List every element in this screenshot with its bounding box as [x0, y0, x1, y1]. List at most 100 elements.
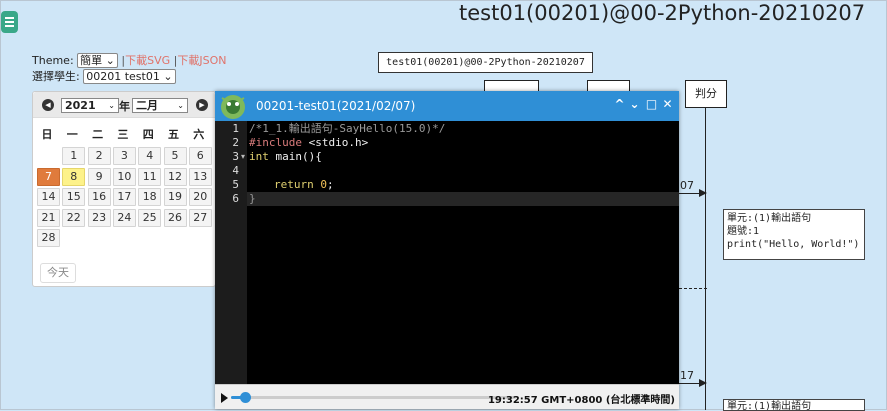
diagram-actor-judge: 判分	[685, 80, 727, 108]
calendar-day[interactable]: 2	[87, 147, 111, 165]
chevron-down-icon: ⌄	[108, 101, 115, 110]
calendar-day[interactable]: 16	[87, 188, 111, 206]
line-number: 2	[232, 136, 239, 149]
line-number: 6	[232, 192, 239, 205]
calendar-day[interactable]: 20	[188, 188, 212, 206]
calendar-day[interactable]: 19	[163, 188, 187, 206]
code-token: <stdio.h>	[301, 136, 369, 149]
diagram-message-arrow	[679, 383, 699, 384]
calendar-day[interactable]: 9	[87, 167, 111, 186]
calendar-day[interactable]: 12	[163, 167, 187, 186]
month-select[interactable]: 二月 ⌄	[132, 98, 188, 113]
calendar-day[interactable]: 1	[62, 147, 86, 165]
playback-slider[interactable]	[231, 392, 516, 403]
student-select-value: 00201 test01	[86, 70, 160, 83]
today-button[interactable]: 今天	[40, 263, 76, 283]
weekday-header: 二	[92, 128, 104, 141]
chevron-down-icon[interactable]: ⌄	[628, 97, 641, 111]
calendar-day[interactable]: 10	[112, 167, 136, 186]
code-line: #include <stdio.h>	[249, 136, 368, 150]
weekday-header: 四	[142, 128, 154, 141]
line-number-gutter: 1 2 3 ▾ 4 5 6	[215, 121, 247, 384]
theme-row: Theme: 簡單 ⌄ |下載SVG |下載JSON	[32, 52, 226, 68]
calendar-day[interactable]: 18	[138, 188, 162, 206]
download-json-link[interactable]: 下載JSON	[177, 54, 226, 67]
playback-time: 19:32:57 GMT+0800 (台北標準時間)	[487, 395, 675, 406]
calendar-day[interactable]: 25	[138, 208, 162, 227]
diagram-title: test01(00201)@00-2Python-20210207	[378, 52, 593, 73]
calendar-day[interactable]: 23	[87, 208, 111, 227]
calendar-day[interactable]: 17	[112, 188, 136, 206]
calendar-header: ◀ 2021 ⌄ 年 二月 ⌄ ▶	[33, 92, 215, 118]
arrow-head-icon	[699, 379, 707, 387]
code-line: /*1_1.輸出語句-SayHello(15.0)*/	[249, 122, 446, 135]
diagram-message-arrow	[679, 193, 699, 194]
calendar-day[interactable]: 3	[112, 147, 136, 165]
download-svg-link[interactable]: 下載SVG	[125, 54, 170, 67]
year-suffix-label: 年	[119, 100, 130, 113]
line-number: 5	[232, 178, 239, 191]
diagram-message-number: 07	[680, 179, 694, 192]
line-number: 4	[232, 164, 239, 177]
weekday-header: 日	[41, 128, 53, 141]
calendar-day[interactable]: 22	[62, 208, 86, 227]
app-logo-icon	[221, 95, 245, 119]
calendar-day[interactable]: 4	[138, 147, 162, 165]
month-select-value: 二月	[136, 99, 158, 112]
playback-slider-thumb[interactable]	[240, 392, 252, 403]
code-playback-window: 00201-test01(2021/02/07) ^ ⌄ □ ✕ 1 2 3 ▾…	[215, 91, 679, 409]
fold-arrow-icon[interactable]: ▾	[241, 150, 245, 164]
calendar-day[interactable]: 5	[163, 147, 187, 165]
window-titlebar[interactable]: 00201-test01(2021/02/07) ^ ⌄ □ ✕	[215, 91, 679, 121]
code-line: return 0;	[274, 178, 334, 192]
playback-bar: 19:32:57 GMT+0800 (台北標準時間)	[215, 384, 679, 409]
weekday-header: 六	[193, 128, 205, 141]
line-number: 3	[232, 150, 239, 163]
calendar-day[interactable]: 24	[112, 208, 136, 227]
chevron-down-icon: ⌄	[163, 70, 173, 83]
current-line-highlight	[247, 192, 679, 206]
calendar-day[interactable]: 27	[188, 208, 212, 227]
student-select[interactable]: 00201 test01 ⌄	[83, 69, 176, 84]
arrow-head-icon	[699, 189, 707, 197]
maximize-icon[interactable]: □	[645, 97, 658, 111]
next-month-icon[interactable]: ▶	[196, 99, 208, 111]
code-token: 0	[320, 178, 327, 191]
weekday-header: 三	[117, 128, 129, 141]
diagram-message-number: 17	[680, 369, 694, 382]
hamburger-menu-icon[interactable]	[1, 11, 18, 33]
date-picker-calendar: ◀ 2021 ⌄ 年 二月 ⌄ ▶ 日一二三四五六 1 2 3 4 5 6 7 8 9 10 11 12 1…	[32, 91, 216, 287]
theme-select[interactable]: 簡單 ⌄	[77, 53, 118, 68]
window-title: 00201-test01(2021/02/07)	[256, 99, 416, 113]
calendar-day[interactable]: 14	[37, 188, 60, 206]
calendar-day[interactable]: 28	[37, 229, 60, 247]
code-editor[interactable]: /*1_1.輸出語句-SayHello(15.0)*/ #include <st…	[247, 121, 679, 384]
calendar-day[interactable]: 11	[138, 167, 162, 186]
minimize-icon[interactable]: ^	[613, 97, 626, 111]
weekday-header: 一	[66, 128, 78, 141]
year-select[interactable]: 2021 ⌄	[61, 98, 119, 113]
calendar-day[interactable]: 13	[188, 167, 212, 186]
chevron-down-icon: ⌄	[177, 101, 184, 110]
diagram-note: 單元:(1)輸出語句	[723, 399, 865, 411]
code-token: int	[249, 150, 269, 163]
calendar-day[interactable]: 15	[62, 188, 86, 206]
calendar-day[interactable]: 7	[37, 167, 60, 186]
year-select-value: 2021	[65, 99, 96, 112]
diagram-return-arrow	[679, 288, 707, 289]
code-line: }	[249, 192, 256, 205]
code-token: ;	[327, 178, 334, 191]
calendar-day[interactable]: 21	[37, 208, 60, 227]
play-icon[interactable]	[221, 393, 228, 403]
calendar-day[interactable]: 8	[62, 167, 86, 186]
code-token: #include	[249, 136, 302, 149]
close-icon[interactable]: ✕	[661, 97, 674, 111]
diagram-note: 單元:(1)輸出語句 題號:1 print("Hello, World!")	[723, 209, 865, 260]
calendar-day[interactable]: 6	[188, 147, 212, 165]
student-row: 選擇學生: 00201 test01 ⌄	[32, 68, 176, 84]
theme-label: Theme:	[32, 54, 74, 67]
chevron-down-icon: ⌄	[105, 54, 115, 67]
prev-month-icon[interactable]: ◀	[42, 99, 54, 111]
line-number: 1	[232, 122, 239, 135]
calendar-day[interactable]: 26	[163, 208, 187, 227]
